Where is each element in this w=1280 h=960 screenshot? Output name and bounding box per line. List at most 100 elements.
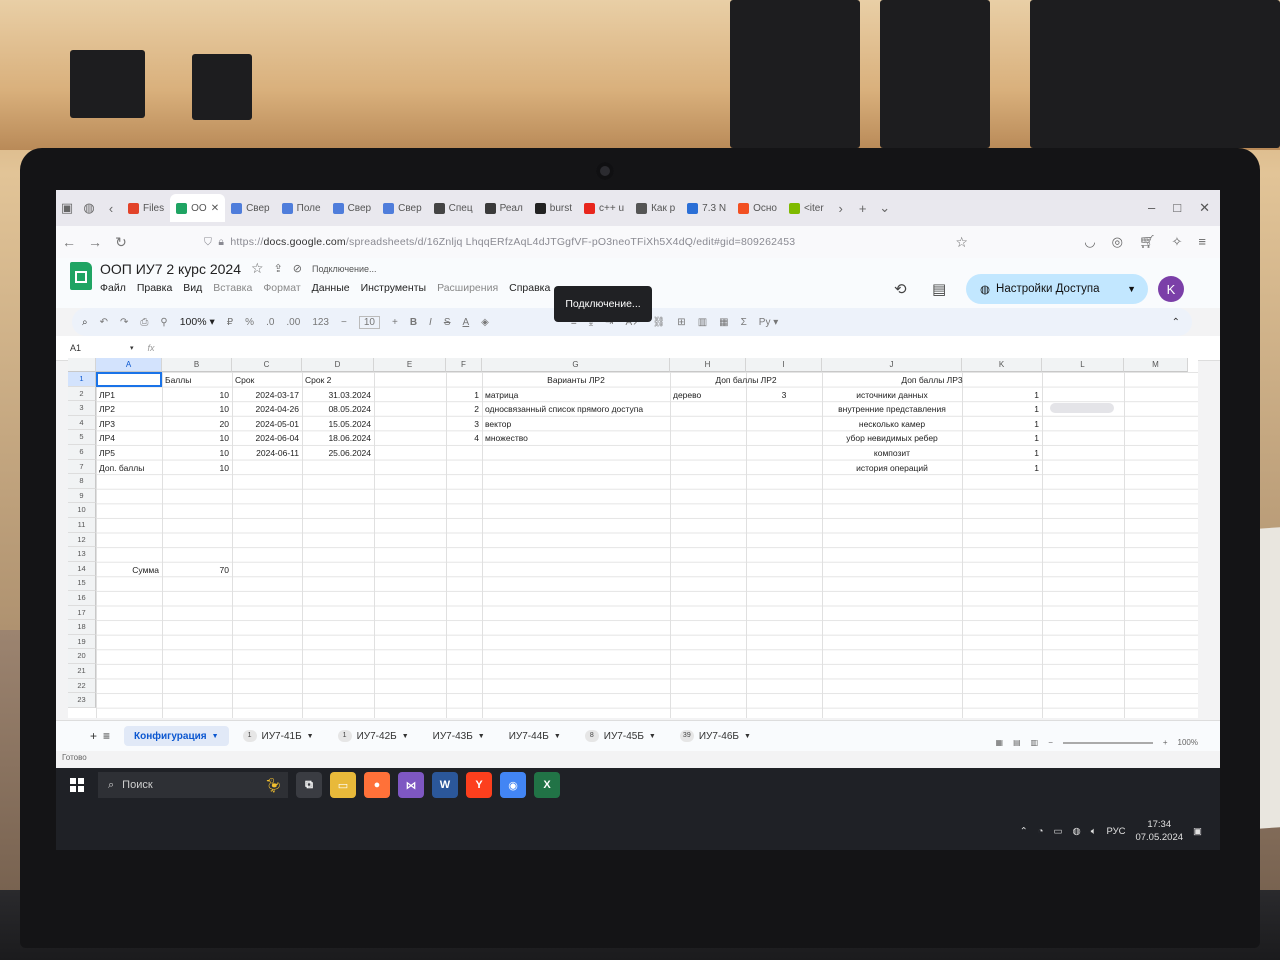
- normal-view-icon[interactable]: ▦: [996, 738, 1004, 747]
- filter-icon[interactable]: ▦: [719, 317, 728, 328]
- decrease-decimal-icon[interactable]: .0: [266, 317, 274, 328]
- row-header[interactable]: 22: [68, 678, 96, 694]
- cell-j7[interactable]: история операций: [825, 463, 959, 473]
- cell-h2[interactable]: дерево: [673, 390, 743, 400]
- tab-groups-icon[interactable]: ▣: [56, 200, 78, 216]
- menu-item[interactable]: Вид: [183, 282, 202, 294]
- version-history-icon[interactable]: ⟲: [894, 280, 907, 298]
- row-header[interactable]: 17: [68, 605, 96, 621]
- paint-format-icon[interactable]: ⚲: [160, 317, 167, 328]
- minimize-icon[interactable]: –: [1148, 200, 1155, 216]
- row-header[interactable]: 20: [68, 649, 96, 664]
- row-header[interactable]: 16: [68, 591, 96, 606]
- cell-c3[interactable]: 2024-04-26: [235, 404, 299, 414]
- undo-icon[interactable]: ↶: [100, 317, 108, 328]
- cell-a6[interactable]: ЛР5: [99, 448, 159, 458]
- name-box[interactable]: A1: [56, 343, 130, 353]
- column-header[interactable]: L: [1042, 358, 1124, 372]
- visual-studio-icon[interactable]: ⋈: [398, 772, 424, 798]
- column-header[interactable]: A: [96, 358, 162, 372]
- star-icon[interactable]: ☆: [251, 260, 264, 277]
- cell-f3[interactable]: 2: [449, 404, 479, 414]
- taskbar-search[interactable]: ⌕ Поиск 🦆︎: [98, 772, 288, 798]
- link-icon[interactable]: ⛓: [653, 317, 666, 328]
- spreadsheet-grid[interactable]: A B C D E F G H I J K L M 1 2 3 4 5 6 7 8 9 10 11 12 13 14 15 16 17 18…: [68, 358, 1198, 718]
- row-header[interactable]: 5: [68, 430, 96, 445]
- column-header[interactable]: M: [1124, 358, 1188, 372]
- cell-c1[interactable]: Срок: [235, 375, 299, 385]
- menu-item[interactable]: Справка: [509, 282, 550, 294]
- row-header[interactable]: 21: [68, 664, 96, 679]
- column-header[interactable]: B: [162, 358, 232, 372]
- cell-b4[interactable]: 20: [165, 419, 229, 429]
- select-all-corner[interactable]: [68, 358, 96, 372]
- clock[interactable]: 17:34 07.05.2024: [1135, 818, 1183, 844]
- chevron-down-icon[interactable]: ▼: [212, 733, 219, 740]
- browser-tab[interactable]: Свер: [225, 194, 276, 222]
- chrome-icon[interactable]: ◉: [500, 772, 526, 798]
- windows-start-icon[interactable]: [70, 778, 84, 792]
- pocket-icon[interactable]: ◡: [1084, 234, 1095, 250]
- reload-icon[interactable]: ↻: [108, 234, 134, 251]
- number-format-icon[interactable]: 123: [312, 317, 329, 328]
- cell-c5[interactable]: 2024-06-04: [235, 433, 299, 443]
- chevron-down-icon[interactable]: ▼: [478, 733, 485, 740]
- chevron-down-icon[interactable]: ▼: [649, 733, 656, 740]
- tab-list-icon[interactable]: ⌄: [874, 200, 896, 216]
- share-button[interactable]: ◍ Настройки Доступа ▼: [966, 274, 1148, 304]
- row-header[interactable]: 13: [68, 547, 96, 562]
- column-header[interactable]: C: [232, 358, 302, 372]
- close-icon[interactable]: ✕: [1199, 200, 1210, 216]
- chevron-up-icon[interactable]: ⌃: [1020, 826, 1028, 837]
- functions-icon[interactable]: Σ: [741, 317, 747, 328]
- cell-a2[interactable]: ЛР1: [99, 390, 159, 400]
- sheet-tab[interactable]: Конфигурация ▼: [124, 726, 229, 746]
- chevron-down-icon[interactable]: ▼: [744, 733, 751, 740]
- browser-tab[interactable]: Как р: [630, 194, 681, 222]
- fill-color-icon[interactable]: ◈: [481, 317, 489, 328]
- cell-j5[interactable]: убор невидимых ребер: [825, 433, 959, 443]
- firefox-icon[interactable]: ●: [364, 772, 390, 798]
- forward-icon[interactable]: →: [82, 234, 108, 250]
- bold-icon[interactable]: B: [410, 317, 417, 328]
- browser-tab[interactable]: burst: [529, 194, 578, 222]
- account-icon[interactable]: ◎: [1112, 234, 1123, 250]
- font-size-field[interactable]: 10: [358, 315, 380, 329]
- font-size-decrease-icon[interactable]: −: [341, 317, 347, 328]
- volume-icon[interactable]: 🔈︎: [1091, 826, 1097, 837]
- browser-tab[interactable]: Свер: [327, 194, 378, 222]
- comments-icon[interactable]: ▤: [932, 280, 946, 298]
- cell-f5[interactable]: 4: [449, 433, 479, 443]
- cell-a4[interactable]: ЛР3: [99, 419, 159, 429]
- cell-f2[interactable]: 1: [449, 390, 479, 400]
- avatar[interactable]: K: [1158, 276, 1184, 302]
- cell-j2[interactable]: источники данных: [825, 390, 959, 400]
- sheet-tab[interactable]: 39 ИУ7-46Б ▼: [670, 726, 761, 746]
- browser-tab[interactable]: 7.3 N: [681, 194, 732, 222]
- row-header[interactable]: 10: [68, 503, 96, 518]
- language-indicator[interactable]: РУС: [1106, 826, 1125, 837]
- row-header[interactable]: 15: [68, 576, 96, 591]
- sheets-logo-icon[interactable]: [70, 262, 92, 290]
- zoom-in-icon[interactable]: +: [1163, 738, 1168, 747]
- cell-c6[interactable]: 2024-06-11: [235, 448, 299, 458]
- menu-item[interactable]: Расширения: [437, 282, 498, 294]
- cell-d4[interactable]: 15.05.2024: [305, 419, 371, 429]
- formula-input[interactable]: [163, 340, 1220, 356]
- name-box-dropdown-icon[interactable]: ▾: [130, 344, 134, 352]
- sheet-tab[interactable]: 1 ИУ7-41Б ▼: [233, 726, 324, 746]
- page-break-icon[interactable]: ▥: [1031, 738, 1039, 747]
- cell-g3[interactable]: односвязанный список прямого доступа: [485, 404, 667, 414]
- bookmark-star-icon[interactable]: ☆: [955, 234, 968, 251]
- text-color-icon[interactable]: A: [463, 317, 470, 328]
- row-header[interactable]: 23: [68, 693, 96, 708]
- zoom-out-icon[interactable]: −: [1048, 738, 1053, 747]
- print-icon[interactable]: ⎙: [140, 317, 148, 328]
- search-icon[interactable]: ⌕: [82, 317, 88, 328]
- row-header[interactable]: 7: [68, 459, 96, 475]
- cell-i2[interactable]: 3: [749, 390, 819, 400]
- cell-a7[interactable]: Доп. баллы: [99, 463, 159, 473]
- column-header[interactable]: E: [374, 358, 446, 372]
- percent-format-icon[interactable]: %: [245, 317, 254, 328]
- cell-j3[interactable]: внутренние представления: [825, 404, 959, 414]
